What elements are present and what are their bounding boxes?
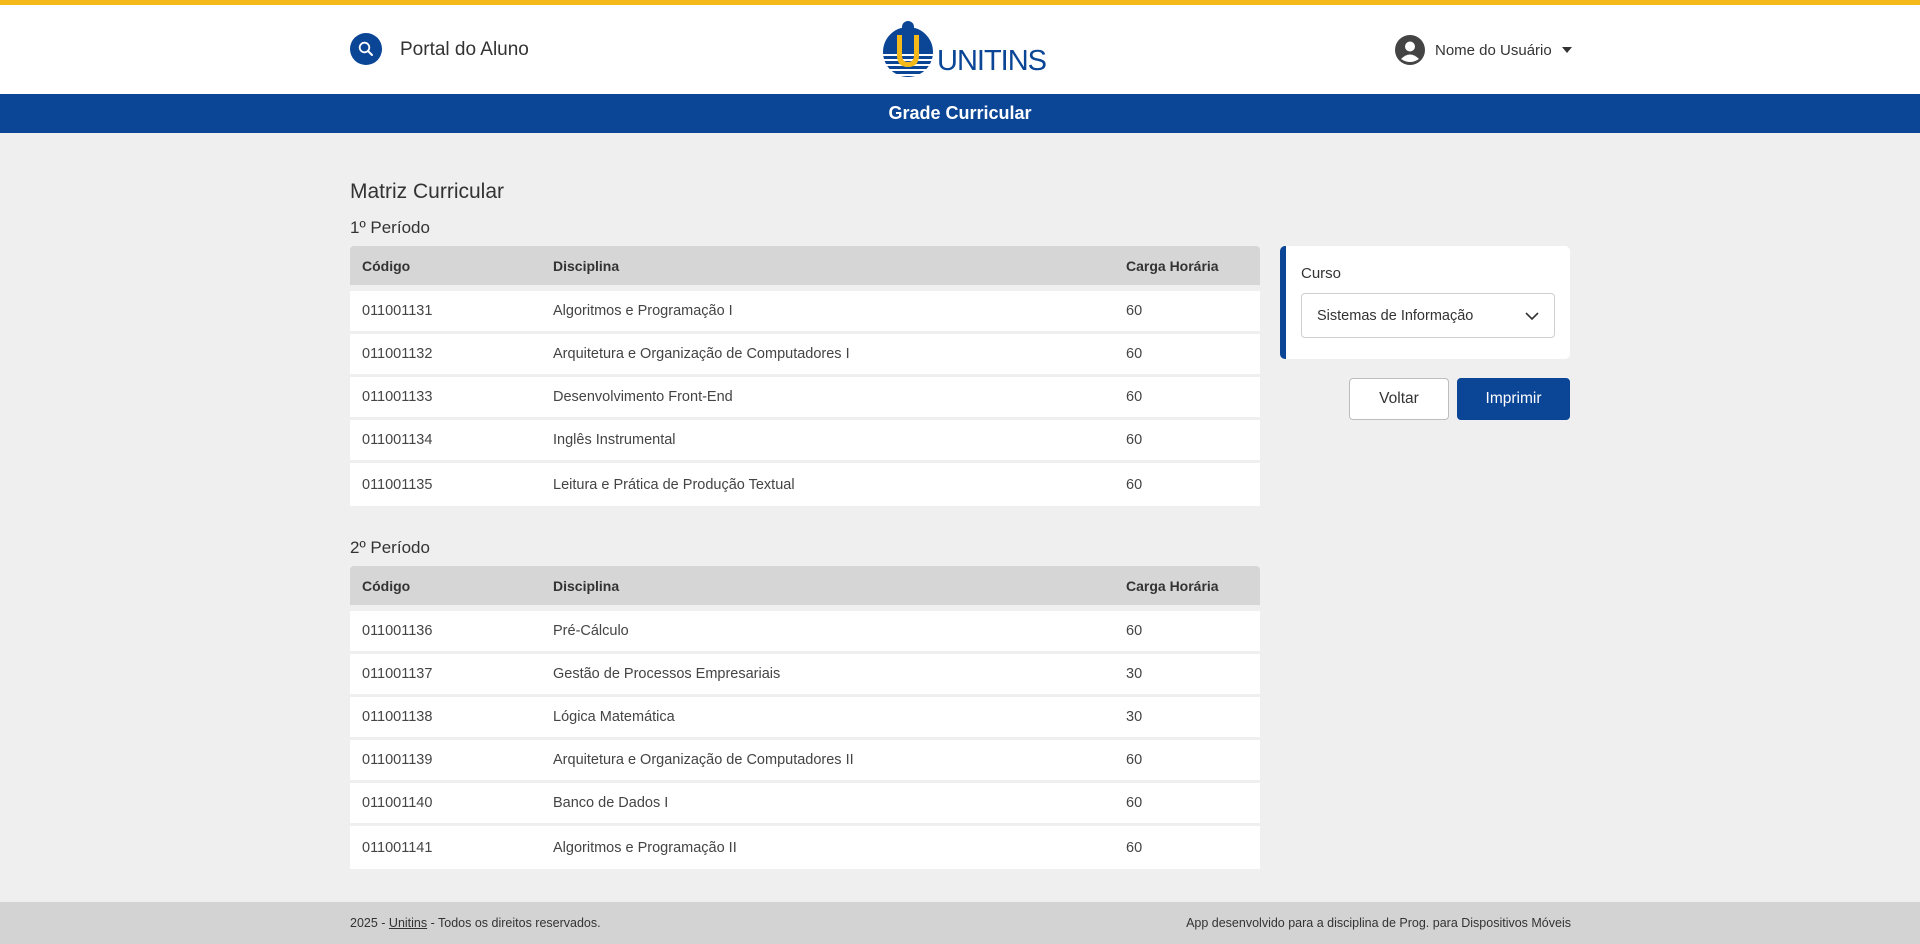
period-title-1: 1º Período [350,218,430,237]
search-icon [358,41,373,56]
table-row: 011001135 Leitura e Prática de Produção … [350,463,1260,506]
column-header-discipline: Disciplina [541,566,1114,611]
cell-hours: 30 [1114,654,1260,697]
cell-hours: 60 [1114,291,1260,334]
column-header-code: Código [350,566,541,611]
page-title-bar: Grade Curricular [0,94,1920,133]
table-row: 011001133 Desenvolvimento Front-End 60 [350,377,1260,420]
chevron-down-icon [1525,312,1539,321]
table-row: 011001136 Pré-Cálculo 60 [350,611,1260,654]
cell-code: 011001140 [350,783,541,826]
cell-code: 011001136 [350,611,541,654]
cell-discipline: Algoritmos e Programação II [541,826,1114,869]
user-name: Nome do Usuário [1435,41,1552,59]
cell-discipline: Leitura e Prática de Produção Textual [541,463,1114,506]
cell-discipline: Desenvolvimento Front-End [541,377,1114,420]
cell-discipline: Lógica Matemática [541,697,1114,740]
table-header-row: Código Disciplina Carga Horária [350,566,1260,611]
table-row: 011001132 Arquitetura e Organização de C… [350,334,1260,377]
period-title-2: 2º Período [350,538,430,557]
period-table-1: Código Disciplina Carga Horária 01100113… [350,246,1260,506]
page-title: Grade Curricular [888,103,1032,123]
table-row: 011001131 Algoritmos e Programação I 60 [350,291,1260,334]
cell-code: 011001137 [350,654,541,697]
footer-credits: App desenvolvido para a disciplina de Pr… [1186,916,1571,930]
column-header-hours: Carga Horária [1114,246,1260,291]
column-header-hours: Carga Horária [1114,566,1260,611]
cell-code: 011001141 [350,826,541,869]
back-button[interactable]: Voltar [1349,378,1449,420]
table-row: 011001134 Inglês Instrumental 60 [350,420,1260,463]
cell-discipline: Inglês Instrumental [541,420,1114,463]
footer-unitins-link[interactable]: Unitins [389,916,427,930]
caret-down-icon [1561,47,1572,53]
cell-code: 011001139 [350,740,541,783]
footer-suffix: - Todos os direitos reservados. [427,916,601,930]
cell-discipline: Banco de Dados I [541,783,1114,826]
unitins-logo[interactable]: UNITINS [880,17,1047,87]
cell-discipline: Algoritmos e Programação I [541,291,1114,334]
table-header-row: Código Disciplina Carga Horária [350,246,1260,291]
cell-code: 011001135 [350,463,541,506]
cell-hours: 60 [1114,611,1260,654]
period-table-2: Código Disciplina Carga Horária 01100113… [350,566,1260,869]
table-row: 011001137 Gestão de Processos Empresaria… [350,654,1260,697]
cell-discipline: Arquitetura e Organização de Computadore… [541,334,1114,377]
logo-text: UNITINS [937,45,1047,77]
table-row: 011001140 Banco de Dados I 60 [350,783,1260,826]
cell-code: 011001134 [350,420,541,463]
cell-discipline: Pré-Cálculo [541,611,1114,654]
cell-hours: 60 [1114,463,1260,506]
cell-discipline: Arquitetura e Organização de Computadore… [541,740,1114,783]
table-row: 011001139 Arquitetura e Organização de C… [350,740,1260,783]
cell-hours: 60 [1114,740,1260,783]
header: Portal do Aluno UNITINS Nome do Usuário [0,5,1920,94]
user-circle-icon [1395,35,1425,65]
cell-code: 011001138 [350,697,541,740]
search-button[interactable] [350,33,382,65]
footer: 2025 - Unitins - Todos os direitos reser… [0,902,1920,944]
cell-code: 011001132 [350,334,541,377]
unitins-emblem [883,21,933,77]
user-menu[interactable]: Nome do Usuário [1395,34,1572,66]
course-select[interactable]: Sistemas de Informação [1301,293,1555,338]
portal-title[interactable]: Portal do Aluno [400,39,529,61]
cell-hours: 60 [1114,420,1260,463]
cell-code: 011001133 [350,377,541,420]
table-row: 011001138 Lógica Matemática 30 [350,697,1260,740]
cell-hours: 30 [1114,697,1260,740]
table-row: 011001141 Algoritmos e Programação II 60 [350,826,1260,869]
column-header-discipline: Disciplina [541,246,1114,291]
footer-prefix: 2025 - [350,916,389,930]
cell-hours: 60 [1114,826,1260,869]
cell-hours: 60 [1114,783,1260,826]
section-title: Matriz Curricular [350,180,505,203]
cell-code: 011001131 [350,291,541,334]
cell-hours: 60 [1114,334,1260,377]
course-select-value: Sistemas de Informação [1317,308,1474,324]
course-card: Curso Sistemas de Informação [1280,246,1570,359]
course-label: Curso [1301,265,1342,282]
footer-copyright: 2025 - Unitins - Todos os direitos reser… [350,916,601,930]
cell-hours: 60 [1114,377,1260,420]
column-header-code: Código [350,246,541,291]
cell-discipline: Gestão de Processos Empresariais [541,654,1114,697]
print-button[interactable]: Imprimir [1457,378,1570,420]
